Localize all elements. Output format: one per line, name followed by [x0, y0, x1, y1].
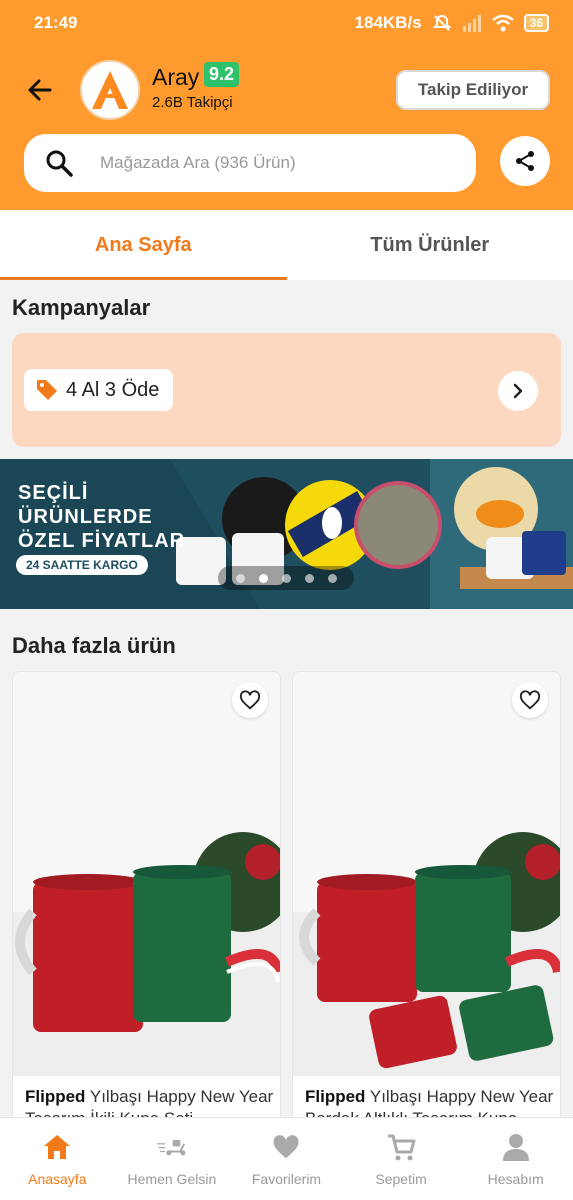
- banner-shipping-pill: 24 SAATTE KARGO: [16, 555, 148, 575]
- scooter-icon: [156, 1131, 188, 1163]
- signal-icon: [462, 15, 481, 32]
- product-card[interactable]: Flipped Yılbaşı Happy New Year Tasarım İ…: [12, 671, 281, 1131]
- banner-headline: SEÇİLİ ÜRÜNLERDE ÖZEL FİYATLAR: [18, 481, 185, 553]
- banner-dot[interactable]: [327, 573, 337, 583]
- favorite-button[interactable]: [512, 682, 548, 718]
- store-search-input[interactable]: Mağazada Ara (936 Ürün): [24, 134, 476, 192]
- arrow-left-icon: [28, 79, 52, 101]
- product-image[interactable]: [13, 672, 280, 1076]
- status-indicators: 184KB/s 36: [355, 13, 549, 33]
- favorite-button[interactable]: [232, 682, 268, 718]
- nav-item-quick-delivery[interactable]: Hemen Gelsin: [115, 1118, 230, 1200]
- network-speed: 184KB/s: [354, 13, 422, 32]
- nav-item-cart[interactable]: Sepetim: [344, 1118, 459, 1200]
- campaign-card[interactable]: 4 Al 3 Öde: [12, 333, 561, 447]
- user-icon: [500, 1131, 532, 1163]
- wifi-icon: [491, 14, 514, 32]
- campaign-chip[interactable]: 4 Al 3 Öde: [24, 369, 174, 411]
- banner-dot[interactable]: [281, 573, 291, 583]
- heart-outline-icon: [239, 690, 261, 710]
- store-header: Aray 9.2 2.6B Takipçi Takip Ediliyor Mağ…: [0, 46, 573, 210]
- chevron-right-icon: [513, 383, 523, 399]
- banner-line-2: ÜRÜNLERDE: [18, 506, 153, 528]
- more-products-title: Daha fazla ürün: [12, 633, 176, 658]
- nav-label-quick-delivery: Hemen Gelsin: [127, 1171, 217, 1187]
- mute-icon: [432, 14, 452, 31]
- banner-pagination: [218, 566, 354, 590]
- follow-button[interactable]: Takip Ediliyor: [396, 70, 550, 110]
- battery-indicator: 36: [523, 14, 549, 32]
- product-brand: Flipped: [305, 1087, 366, 1106]
- campaign-chip-label: 4 Al 3 Öde: [66, 378, 160, 401]
- nav-label-account: Hesabım: [487, 1171, 544, 1187]
- store-logo[interactable]: [80, 60, 140, 120]
- store-logo-mark: [92, 71, 128, 109]
- cart-icon: [385, 1131, 417, 1163]
- nav-item-account[interactable]: Hesabım: [458, 1118, 573, 1200]
- tab-all-products[interactable]: Tüm Ürünler: [287, 210, 573, 280]
- product-photo: [13, 672, 280, 1076]
- tab-home[interactable]: Ana Sayfa: [0, 210, 287, 280]
- heart-icon: [270, 1131, 302, 1163]
- bottom-navigation: Anasayfa Hemen Gelsin Favorilerim Sepeti…: [0, 1117, 573, 1200]
- campaign-next-button[interactable]: [498, 371, 538, 411]
- store-followers: 2.6B Takipçi: [152, 94, 233, 111]
- nav-label-favorites: Favorilerim: [251, 1171, 322, 1187]
- status-time: 21:49: [34, 13, 78, 32]
- store-name: Aray: [152, 64, 200, 90]
- banner-line-3: ÖZEL FİYATLAR: [18, 530, 186, 552]
- status-bar: 21:49 184KB/s 36: [0, 0, 573, 46]
- back-button[interactable]: [22, 72, 58, 108]
- search-icon: [44, 148, 74, 178]
- nav-item-favorites[interactable]: Favorilerim: [229, 1118, 344, 1200]
- home-icon: [41, 1131, 73, 1163]
- share-button[interactable]: [500, 136, 550, 186]
- banner-line-1: SEÇİLİ: [18, 482, 89, 504]
- share-icon: [516, 151, 534, 171]
- banner-dot-active[interactable]: [258, 573, 268, 583]
- product-card[interactable]: Flipped Yılbaşı Happy New Year Bardak Al…: [292, 671, 561, 1131]
- product-photo: [293, 672, 560, 1076]
- tag-icon: [34, 377, 60, 403]
- nav-item-home[interactable]: Anasayfa: [0, 1118, 115, 1200]
- heart-outline-icon: [519, 690, 541, 710]
- nav-label-home: Anasayfa: [28, 1171, 87, 1187]
- product-image[interactable]: [293, 672, 560, 1076]
- product-brand: Flipped: [25, 1087, 86, 1106]
- campaigns-title: Kampanyalar: [12, 295, 151, 320]
- banner-dot[interactable]: [304, 573, 314, 583]
- banner-dot[interactable]: [235, 573, 245, 583]
- store-tabs: Ana Sayfa Tüm Ürünler: [0, 210, 573, 280]
- store-rating-badge: 9.2: [204, 62, 240, 87]
- nav-label-cart: Sepetim: [375, 1171, 427, 1187]
- search-placeholder: Mağazada Ara (936 Ürün): [100, 153, 296, 172]
